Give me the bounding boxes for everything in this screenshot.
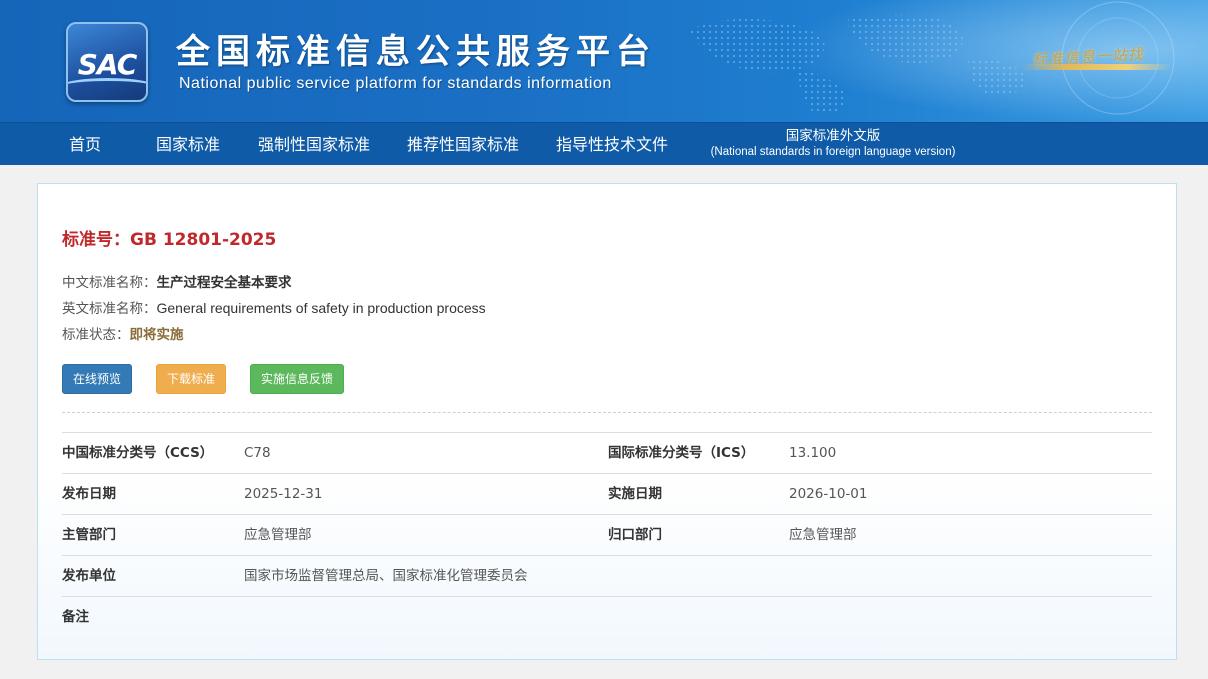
standard-info-table: 中国标准分类号（CCS） C78 国际标准分类号（ICS） 13.100 发布日… <box>62 432 1152 637</box>
dashed-divider <box>62 412 1152 413</box>
slogan-calligraphy: 标准信息一站找 <box>1022 40 1172 74</box>
table-row: 备注 <box>62 596 1152 637</box>
nav-foreign-label-en: (National standards in foreign language … <box>710 146 956 158</box>
en-name-value: General requirements of safety in produc… <box>156 300 486 316</box>
preview-online-button[interactable]: 在线预览 <box>62 364 132 394</box>
header-banner: SAC 全国标准信息公共服务平台 National public service… <box>0 0 1208 122</box>
cn-name-label: 中文标准名称： <box>62 275 157 291</box>
en-name-row: 英文标准名称：General requirements of safety in… <box>62 297 486 317</box>
nav-item-national-standards[interactable]: 国家标准 <box>156 123 220 166</box>
main-nav: 首页 国家标准 强制性国家标准 推荐性国家标准 指导性技术文件 国家标准外文版 … <box>0 122 1208 165</box>
standard-detail-panel: 标准号：GB 12801-2025 中文标准名称：生产过程安全基本要求 英文标准… <box>37 183 1177 660</box>
table-cell: 2026-10-01 <box>789 486 868 502</box>
table-header-cell: 发布单位 <box>62 568 116 584</box>
table-cell: 2025-12-31 <box>244 486 323 502</box>
table-header-cell: 实施日期 <box>608 486 662 502</box>
nav-item-guidance-documents[interactable]: 指导性技术文件 <box>556 123 668 166</box>
table-cell: 13.100 <box>789 445 837 461</box>
table-header-cell: 中国标准分类号（CCS） <box>62 445 214 461</box>
table-row: 主管部门 应急管理部 归口部门 应急管理部 <box>62 514 1152 555</box>
standard-number-label: 标准号： <box>62 230 130 250</box>
nav-foreign-label-cn: 国家标准外文版 <box>785 128 881 144</box>
nav-item-foreign-language[interactable]: 国家标准外文版 (National standards in foreign l… <box>703 123 963 166</box>
slogan-brush-stroke <box>1022 64 1172 70</box>
table-cell: 应急管理部 <box>789 527 857 543</box>
en-name-label: 英文标准名称： <box>62 301 157 317</box>
site-title-en: National public service platform for sta… <box>179 75 612 92</box>
download-standard-button[interactable]: 下载标准 <box>156 364 226 394</box>
table-cell: C78 <box>244 445 271 461</box>
sac-logo[interactable]: SAC <box>66 22 148 102</box>
status-value: 即将实施 <box>129 327 184 343</box>
standard-number-heading: 标准号：GB 12801-2025 <box>62 225 276 250</box>
feedback-button[interactable]: 实施信息反馈 <box>250 364 344 394</box>
logo-text: SAC <box>77 48 138 81</box>
nav-item-home[interactable]: 首页 <box>69 123 101 166</box>
table-cell: 应急管理部 <box>244 527 312 543</box>
cn-name-row: 中文标准名称：生产过程安全基本要求 <box>62 271 292 291</box>
table-row: 发布日期 2025-12-31 实施日期 2026-10-01 <box>62 473 1152 514</box>
cn-name-value: 生产过程安全基本要求 <box>156 275 292 291</box>
table-header-cell: 主管部门 <box>62 527 116 543</box>
site-title-cn: 全国标准信息公共服务平台 <box>176 32 656 72</box>
nav-item-mandatory-standards[interactable]: 强制性国家标准 <box>258 123 370 166</box>
table-header-cell: 发布日期 <box>62 486 116 502</box>
table-header-cell: 国际标准分类号（ICS） <box>608 445 755 461</box>
standard-number-value: GB 12801-2025 <box>130 230 277 250</box>
table-row: 中国标准分类号（CCS） C78 国际标准分类号（ICS） 13.100 <box>62 432 1152 473</box>
nav-item-recommended-standards[interactable]: 推荐性国家标准 <box>407 123 519 166</box>
status-row: 标准状态：即将实施 <box>62 323 184 343</box>
status-label: 标准状态： <box>62 327 130 343</box>
table-header-cell: 备注 <box>62 609 89 625</box>
table-cell: 国家市场监督管理总局、国家标准化管理委员会 <box>244 568 528 584</box>
table-row: 发布单位 国家市场监督管理总局、国家标准化管理委员会 <box>62 555 1152 596</box>
logo-swoosh <box>68 78 146 98</box>
table-header-cell: 归口部门 <box>608 527 662 543</box>
